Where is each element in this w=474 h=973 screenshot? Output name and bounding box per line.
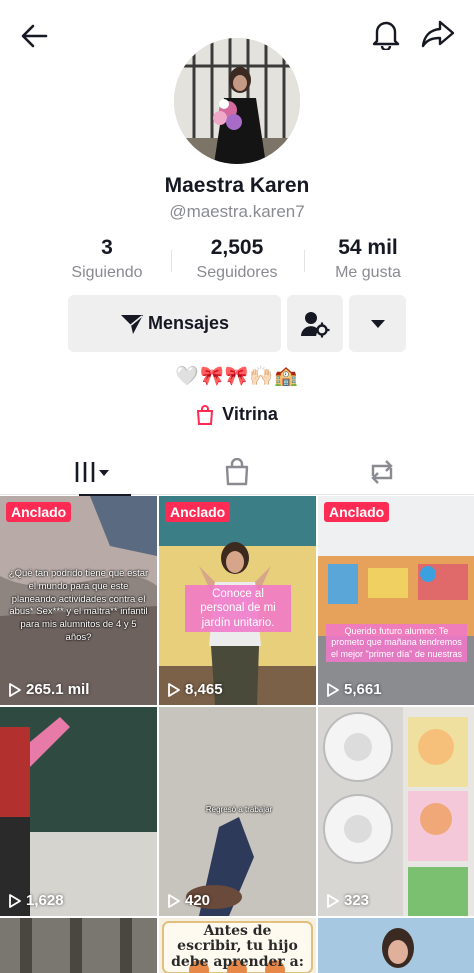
- messages-button[interactable]: Mensajes: [68, 295, 281, 352]
- stat-value: 54 mil: [338, 236, 398, 259]
- video-caption: Antes de escribir, tu hijo debe aprender…: [171, 923, 304, 970]
- video-thumbnail[interactable]: Regresó a trabajar 420: [159, 707, 316, 916]
- view-count-value: 8,465: [185, 681, 223, 698]
- video-thumbnail[interactable]: Anclado ¿Qué tan podrido tiene que estar…: [0, 496, 157, 705]
- shopping-bag-icon: [225, 457, 249, 485]
- pinned-badge: Anclado: [165, 502, 231, 522]
- video-caption: Regresó a trabajar: [205, 805, 273, 814]
- send-icon: [120, 314, 143, 334]
- avatar-photo: [174, 38, 300, 164]
- video-thumbnail[interactable]: [0, 918, 157, 973]
- video-caption: Querido futuro alumno: Te prometo que ma…: [326, 624, 467, 662]
- profile-handle: @maestra.karen7: [169, 202, 305, 221]
- user-gear-icon: [301, 311, 330, 337]
- view-count: 323: [326, 892, 369, 909]
- view-count: 5,661: [326, 681, 382, 698]
- shopping-bag-icon: [197, 404, 214, 425]
- video-thumbnail[interactable]: Anclado Querido futuro alumno: Te promet…: [318, 496, 474, 705]
- video-thumbnail[interactable]: Antes de escribir, tu hijo debe aprender…: [159, 918, 316, 973]
- grid-videos-icon: [75, 461, 109, 482]
- tab-shop[interactable]: [158, 448, 316, 495]
- stat-value: 3: [101, 236, 113, 259]
- caret-down-icon: [370, 319, 385, 328]
- video-thumbnail[interactable]: [318, 918, 474, 973]
- thumbnail-image: [318, 496, 474, 705]
- pinned-badge: Anclado: [324, 502, 390, 522]
- tab-reposts[interactable]: [303, 448, 461, 495]
- avatar[interactable]: [174, 38, 300, 164]
- thumbnail-image: [318, 918, 474, 973]
- view-count: 265.1 mil: [8, 681, 89, 698]
- stat-likes[interactable]: 54 mil Me gusta: [298, 236, 438, 282]
- stat-label: Siguiendo: [71, 264, 143, 281]
- pinned-badge: Anclado: [6, 502, 72, 522]
- add-friend-settings-button[interactable]: [287, 295, 343, 352]
- view-count-value: 265.1 mil: [26, 681, 90, 698]
- vitrina-label: Vitrina: [222, 404, 278, 424]
- profile-stats: 3 Siguiendo 2,505 Seguidores 54 mil Me g…: [0, 236, 474, 286]
- vitrina-link[interactable]: Vitrina: [0, 404, 474, 425]
- play-icon: [9, 893, 21, 908]
- repost-icon: [371, 459, 393, 484]
- profile-name: Maestra Karen: [164, 174, 310, 197]
- view-count: 420: [167, 892, 210, 909]
- thumbnail-image: [318, 707, 474, 916]
- messages-label: Mensajes: [147, 313, 230, 333]
- play-icon: [168, 682, 180, 697]
- stat-value: 2,505: [210, 236, 264, 259]
- bell-icon[interactable]: [366, 14, 406, 54]
- video-caption: Conoce al personal de mi jardín unitario…: [185, 585, 291, 633]
- play-icon: [327, 682, 339, 697]
- stat-label: Me gusta: [335, 264, 401, 281]
- video-grid: Anclado ¿Qué tan podrido tiene que estar…: [0, 496, 474, 973]
- play-icon: [168, 893, 180, 908]
- stat-following[interactable]: 3 Siguiendo: [37, 236, 177, 282]
- stat-label: Seguidores: [196, 264, 278, 281]
- more-dropdown-button[interactable]: [349, 295, 406, 352]
- play-icon: [9, 682, 21, 697]
- back-arrow-icon[interactable]: [14, 16, 54, 56]
- video-thumbnail[interactable]: Anclado Conoce al personal de mi jardín …: [159, 496, 316, 705]
- video-thumbnail[interactable]: 1,628: [0, 707, 157, 916]
- tab-videos[interactable]: [13, 448, 171, 496]
- view-count-value: 323: [344, 892, 370, 909]
- stat-followers[interactable]: 2,505 Seguidores: [167, 236, 307, 282]
- thumbnail-image: [0, 918, 157, 973]
- view-count-value: 1,628: [26, 892, 64, 909]
- thumbnail-image: [0, 707, 157, 916]
- play-icon: [327, 893, 339, 908]
- video-thumbnail[interactable]: 323: [318, 707, 474, 916]
- share-arrow-icon[interactable]: [416, 14, 460, 54]
- view-count: 1,628: [8, 892, 64, 909]
- view-count-value: 420: [185, 892, 211, 909]
- profile-bio: 🤍🎀🎀🙌🏻🏫: [175, 366, 299, 387]
- view-count-value: 5,661: [344, 681, 382, 698]
- content-tabs: [0, 448, 474, 496]
- view-count: 8,465: [167, 681, 223, 698]
- video-caption: ¿Qué tan podrido tiene que estar el mund…: [8, 568, 149, 644]
- profile-actions: Mensajes: [0, 295, 474, 352]
